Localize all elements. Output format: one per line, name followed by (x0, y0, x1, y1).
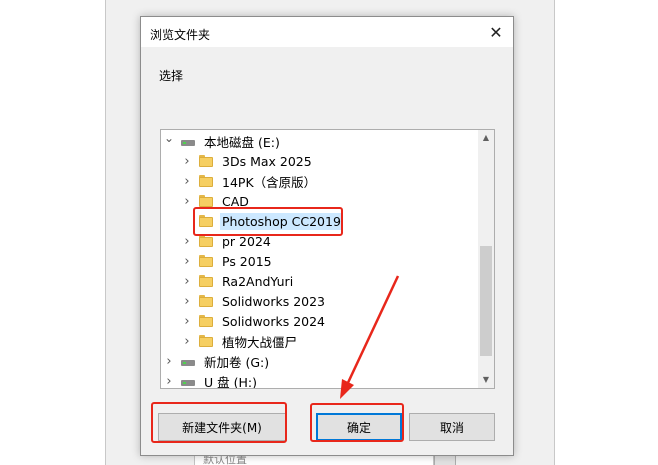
annotation-arrow-icon (340, 275, 400, 399)
